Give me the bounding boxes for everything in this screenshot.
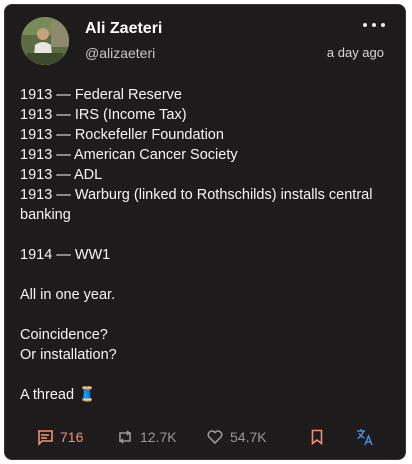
post-line: 1913 — ADL: [20, 167, 103, 183]
like-button[interactable]: 54.7K: [206, 426, 267, 448]
translate-button[interactable]: [355, 426, 375, 448]
post-line-gap: [20, 265, 390, 285]
post-line: A thread 🧵: [20, 387, 97, 403]
reply-count: 716: [60, 429, 84, 445]
more-options-icon[interactable]: [363, 19, 385, 31]
action-bar: 716 12.7K 54.7K: [5, 426, 405, 448]
post-line: 1913 — American Cancer Society: [20, 147, 238, 163]
post-text: 1913 — Federal Reserve 1913 — IRS (Incom…: [20, 85, 390, 405]
post-line: 1913 — Warburg (linked to Rothschilds) i…: [20, 187, 373, 223]
avatar[interactable]: [21, 17, 69, 65]
post-line-gap: [20, 225, 390, 245]
translate-icon: [355, 427, 375, 447]
post-line-gap: [20, 305, 390, 325]
post-line: Coincidence?: [20, 327, 108, 343]
post-line: 1914 — WW1: [20, 247, 111, 263]
post-line: 1913 — IRS (Income Tax): [20, 107, 187, 123]
heart-icon: [206, 428, 224, 446]
like-count: 54.7K: [230, 429, 267, 445]
post-line: All in one year.: [20, 287, 116, 303]
post-line: 1913 — Rockefeller Foundation: [20, 127, 224, 143]
repost-icon: [116, 428, 134, 446]
post-line: 1913 — Federal Reserve: [20, 87, 182, 103]
post-line: Or installation?: [20, 347, 117, 363]
comment-icon: [36, 428, 54, 446]
bookmark-button[interactable]: [308, 426, 326, 448]
author-name[interactable]: Ali Zaeteri: [85, 20, 162, 38]
post-card[interactable]: Ali Zaeteri @alizaeteri a day ago 1913 —…: [4, 4, 406, 460]
repost-button[interactable]: 12.7K: [116, 426, 177, 448]
timestamp: a day ago: [326, 45, 384, 60]
repost-count: 12.7K: [140, 429, 177, 445]
author-handle[interactable]: @alizaeteri: [85, 45, 155, 61]
reply-button[interactable]: 716: [36, 426, 83, 448]
bookmark-icon: [308, 428, 326, 446]
post-line-gap: [20, 365, 390, 385]
